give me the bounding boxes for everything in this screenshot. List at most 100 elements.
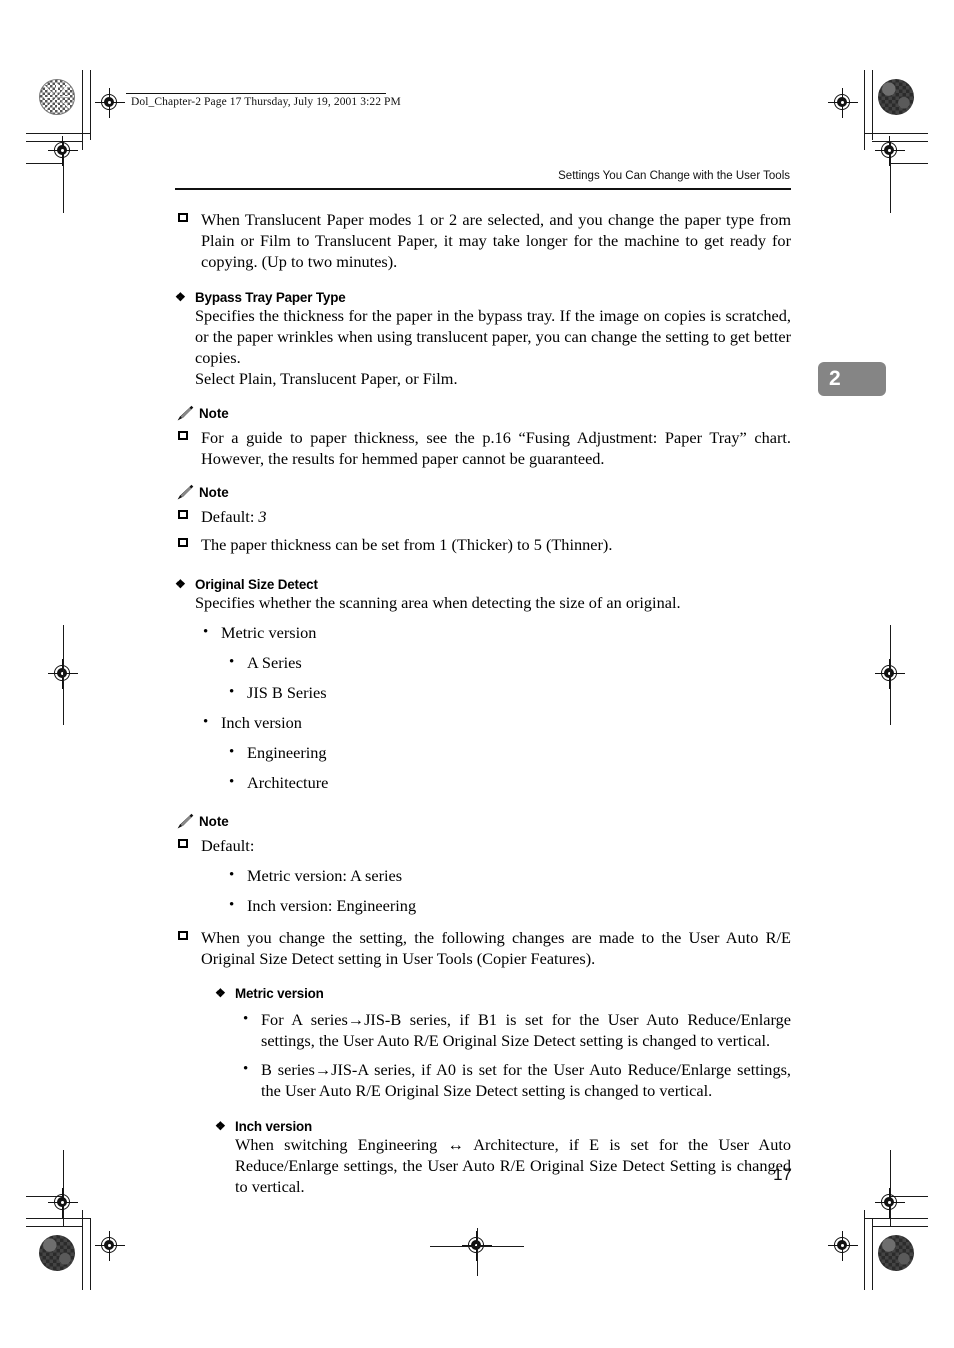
diamond-bullet-icon: ❖ <box>175 289 186 304</box>
slug-rule <box>126 93 386 94</box>
list-item-text: Default: <box>201 835 255 855</box>
crop-line <box>82 70 83 150</box>
crop-line <box>430 1246 524 1247</box>
list-item: • Metric version: A series <box>221 866 791 887</box>
registration-mark <box>875 659 905 689</box>
list-item-text: Architecture <box>247 772 329 792</box>
subsection-inch-version: ❖ Inch version When switching Engineerin… <box>215 1119 791 1198</box>
crop-line <box>864 133 928 134</box>
diamond-bullet-icon: ❖ <box>215 1119 226 1134</box>
registration-mark <box>875 136 905 166</box>
note-label: Note <box>175 813 791 829</box>
crop-line <box>890 1150 891 1226</box>
crop-line <box>63 1150 64 1226</box>
crop-line <box>477 1228 478 1276</box>
running-head-rule <box>175 188 791 190</box>
crop-line <box>890 163 928 164</box>
round-bullet-icon: • <box>203 714 209 731</box>
list-item: • For A series→JIS-B series, if B1 is se… <box>235 1010 791 1052</box>
heading-text: Bypass Tray Paper Type <box>195 289 346 305</box>
note-label-text: Note <box>199 485 229 501</box>
list-item-text: JIS B Series <box>247 683 327 703</box>
registration-mark <box>48 659 78 689</box>
list-item-text: The paper thickness can be set from 1 (T… <box>201 535 613 555</box>
list-item: When you change the setting, the followi… <box>175 928 791 970</box>
crop-line <box>26 1196 63 1197</box>
halftone-density-dot <box>878 1235 914 1271</box>
default-label: Default: <box>201 507 259 527</box>
round-bullet-icon: • <box>229 654 235 671</box>
round-bullet-icon: • <box>229 684 235 701</box>
heading-text: Inch version <box>235 1119 313 1135</box>
list-item-text: For A series→JIS-B series, if B1 is set … <box>261 1009 791 1050</box>
registration-mark <box>95 1231 125 1261</box>
list-item-text: Inch version <box>221 713 302 733</box>
square-bullet-icon <box>178 213 188 222</box>
crop-line <box>864 1218 928 1219</box>
print-slug: Dol_Chapter-2 Page 17 Thursday, July 19,… <box>131 96 401 108</box>
pencil-icon <box>177 813 194 829</box>
list-item: • Inch version <box>195 713 791 734</box>
halftone-star-target <box>39 79 75 115</box>
subsection-metric-version: ❖ Metric version • For A series→JIS-B se… <box>215 986 791 1103</box>
round-bullet-icon: • <box>229 866 235 883</box>
list-item: • Metric version <box>195 623 791 644</box>
crop-line <box>890 625 891 725</box>
list-item-text: A Series <box>247 653 302 673</box>
note-label: Note <box>175 485 791 500</box>
default-value: 3 <box>258 507 267 527</box>
diamond-bullet-icon: ❖ <box>175 577 186 592</box>
list-item: • B series→JIS-A series, if A0 is set fo… <box>235 1060 791 1102</box>
heading-text: Original Size Detect <box>195 577 318 593</box>
running-head: Settings You Can Change with the User To… <box>558 170 790 182</box>
list-item-text: When you change the setting, the followi… <box>201 927 791 968</box>
section-heading-bypass-tray: ❖ Bypass Tray Paper Type <box>175 290 791 305</box>
round-bullet-icon: • <box>203 624 209 641</box>
section-body: Specifies the thickness for the paper in… <box>195 305 791 367</box>
square-bullet-icon <box>178 510 188 520</box>
crop-line <box>872 1226 928 1227</box>
square-bullet-icon <box>178 538 188 548</box>
diamond-bullet-icon: ❖ <box>215 985 226 1000</box>
section-heading-original-size-detect: ❖ Original Size Detect <box>175 577 791 592</box>
list-item: The paper thickness can be set from 1 (T… <box>175 535 791 556</box>
crop-line <box>26 141 82 142</box>
chapter-tab: 2 <box>818 362 886 396</box>
square-bullet-icon <box>178 838 188 848</box>
registration-mark <box>48 1188 78 1218</box>
crop-line <box>872 141 928 142</box>
registration-mark <box>875 1188 905 1218</box>
crop-line <box>864 1210 865 1290</box>
crop-line <box>890 1196 928 1197</box>
registration-mark <box>462 1231 492 1261</box>
crop-line <box>26 1226 82 1227</box>
crop-line <box>26 133 90 134</box>
list-item-text: B series→JIS-A series, if A0 is set for … <box>261 1060 791 1101</box>
subsection-heading: ❖ Metric version <box>215 986 791 1001</box>
note-label-text: Note <box>199 405 229 421</box>
square-bullet-icon <box>178 430 188 440</box>
round-bullet-icon: • <box>243 1061 249 1078</box>
list-item: When Translucent Paper modes 1 or 2 are … <box>175 210 791 273</box>
list-item-text: Engineering <box>247 743 327 762</box>
list-item: Default: 3 <box>175 507 791 528</box>
crop-line <box>872 70 873 140</box>
section-body: Specifies whether the scanning area when… <box>195 593 681 613</box>
subsection-body: When switching Engineering ↔ Architectur… <box>235 1135 791 1197</box>
square-bullet-icon <box>178 930 188 940</box>
registration-mark <box>48 136 78 166</box>
list-item: • Architecture <box>221 773 791 794</box>
crop-line <box>63 625 64 725</box>
round-bullet-icon: • <box>229 773 235 790</box>
page-content: When Translucent Paper modes 1 or 2 are … <box>175 210 791 1198</box>
crop-line <box>26 163 63 164</box>
crop-line <box>90 1218 91 1290</box>
halftone-density-dot <box>39 1235 75 1271</box>
list-item: Default: <box>175 836 791 857</box>
crop-line <box>890 141 891 213</box>
crop-line <box>26 1218 90 1219</box>
section-body-line2: Select Plain, Translucent Paper, or Film… <box>195 368 458 388</box>
crop-line <box>872 1218 873 1290</box>
round-bullet-icon: • <box>243 1010 249 1027</box>
round-bullet-icon: • <box>229 744 235 760</box>
